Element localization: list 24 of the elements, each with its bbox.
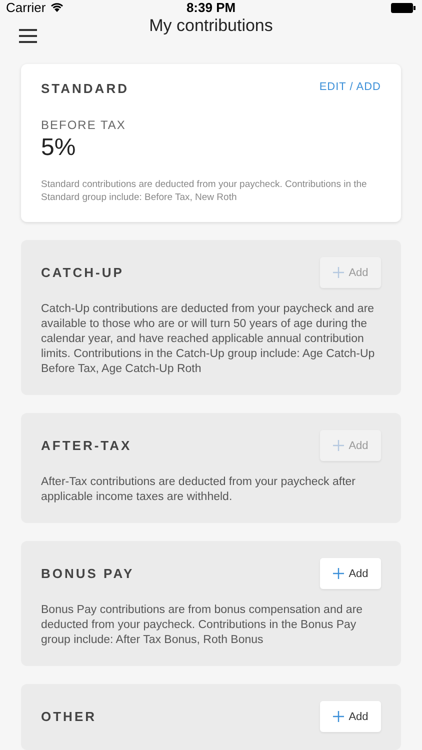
group-title: AFTER-TAX xyxy=(41,438,132,453)
group-description: Catch-Up contributions are deducted from your paycheck and are available to those who are or will turn 50 years of age during the calendar year, and have reached applicable annual contribution limits. Contributions in the Catch-Up group include: Age Catch-Up Before Tax, Age Catch-Up Roth xyxy=(41,302,376,377)
group-description: Standard contributions are deducted from your paycheck. Contributions in the Standard group include: Before Tax, New Roth xyxy=(41,178,368,204)
group-description: Bonus Pay contributions are from bonus compensation and are deducted from your paycheck. Contributions in the Bonus Pay group include: After Tax Bonus, Roth Bonus xyxy=(41,603,364,648)
wifi-icon xyxy=(50,2,64,13)
plus-icon xyxy=(332,440,344,451)
plus-icon xyxy=(332,267,344,278)
group-description: After-Tax contributions are deducted from your paycheck after applicable income taxes are withheld. xyxy=(41,475,356,505)
battery-icon xyxy=(391,2,416,12)
group-title: STANDARD xyxy=(41,81,129,96)
group-title: CATCH-UP xyxy=(41,265,124,280)
status-time: 8:39 PM xyxy=(186,0,236,15)
group-title: OTHER xyxy=(41,709,96,724)
group-title: BONUS PAY xyxy=(41,566,134,581)
edit-add-link[interactable]: EDIT / ADD xyxy=(319,81,381,93)
plus-icon xyxy=(332,711,344,722)
plus-icon xyxy=(332,568,344,579)
contribution-label: BEFORE TAX xyxy=(41,118,127,132)
menu-icon[interactable] xyxy=(19,27,39,45)
contribution-value: 5% xyxy=(41,134,77,162)
page-title: My contributions xyxy=(149,16,273,36)
add-button[interactable]: Add xyxy=(320,701,381,732)
add-button[interactable]: Add xyxy=(320,558,381,589)
carrier-label: Carrier xyxy=(6,0,46,15)
